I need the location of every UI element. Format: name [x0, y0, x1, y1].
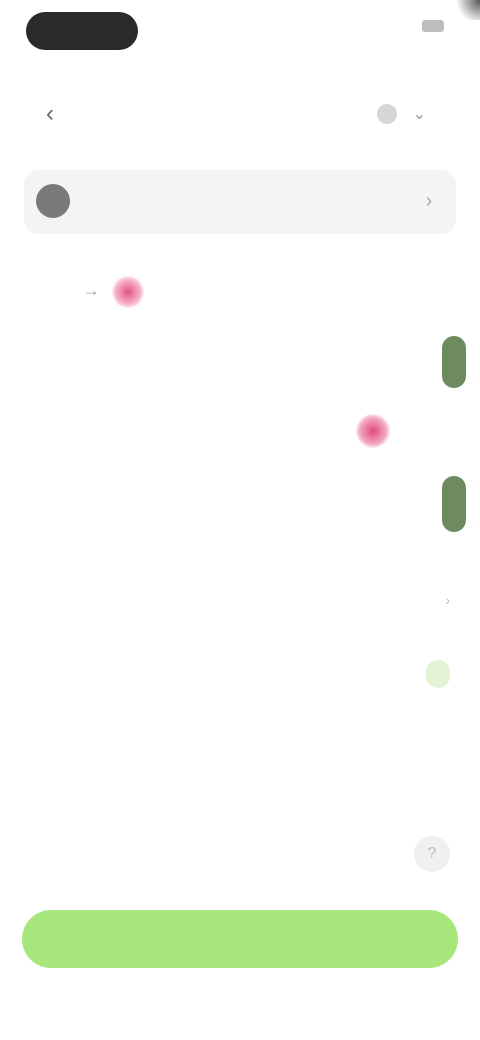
status-badge[interactable] [426, 660, 450, 688]
chevron-right-icon: › [445, 592, 450, 608]
info-avatar [36, 184, 70, 218]
status-icons [412, 20, 444, 32]
battery-icon [422, 20, 444, 32]
back-icon[interactable]: ‹ [34, 98, 66, 130]
from-row: → [0, 270, 480, 314]
chevron-down-icon: ⌄ [412, 106, 426, 123]
from-account-selector[interactable] [106, 274, 450, 310]
status-time-pill [26, 12, 138, 50]
primary-amount[interactable] [442, 336, 466, 388]
screen-corner [452, 0, 480, 20]
status-bar [0, 0, 480, 60]
secondary-amount[interactable] [442, 476, 466, 532]
help-icon[interactable]: ? [414, 836, 450, 872]
network-selector[interactable]: ⌄ [367, 96, 440, 132]
network-icon [376, 104, 397, 124]
confirm-button[interactable] [22, 910, 458, 968]
arrow-right-icon: → [82, 280, 100, 300]
chevron-right-icon: › [425, 189, 433, 212]
nav-bar: ‹ ⌄ [0, 92, 480, 136]
info-card[interactable]: › [24, 170, 456, 234]
token-icon [112, 276, 144, 308]
detail-row-speed[interactable] [22, 660, 450, 690]
detail-row-fee[interactable]: › [22, 588, 450, 618]
swap-token-icon[interactable] [356, 414, 390, 448]
detail-value: › [441, 592, 450, 609]
